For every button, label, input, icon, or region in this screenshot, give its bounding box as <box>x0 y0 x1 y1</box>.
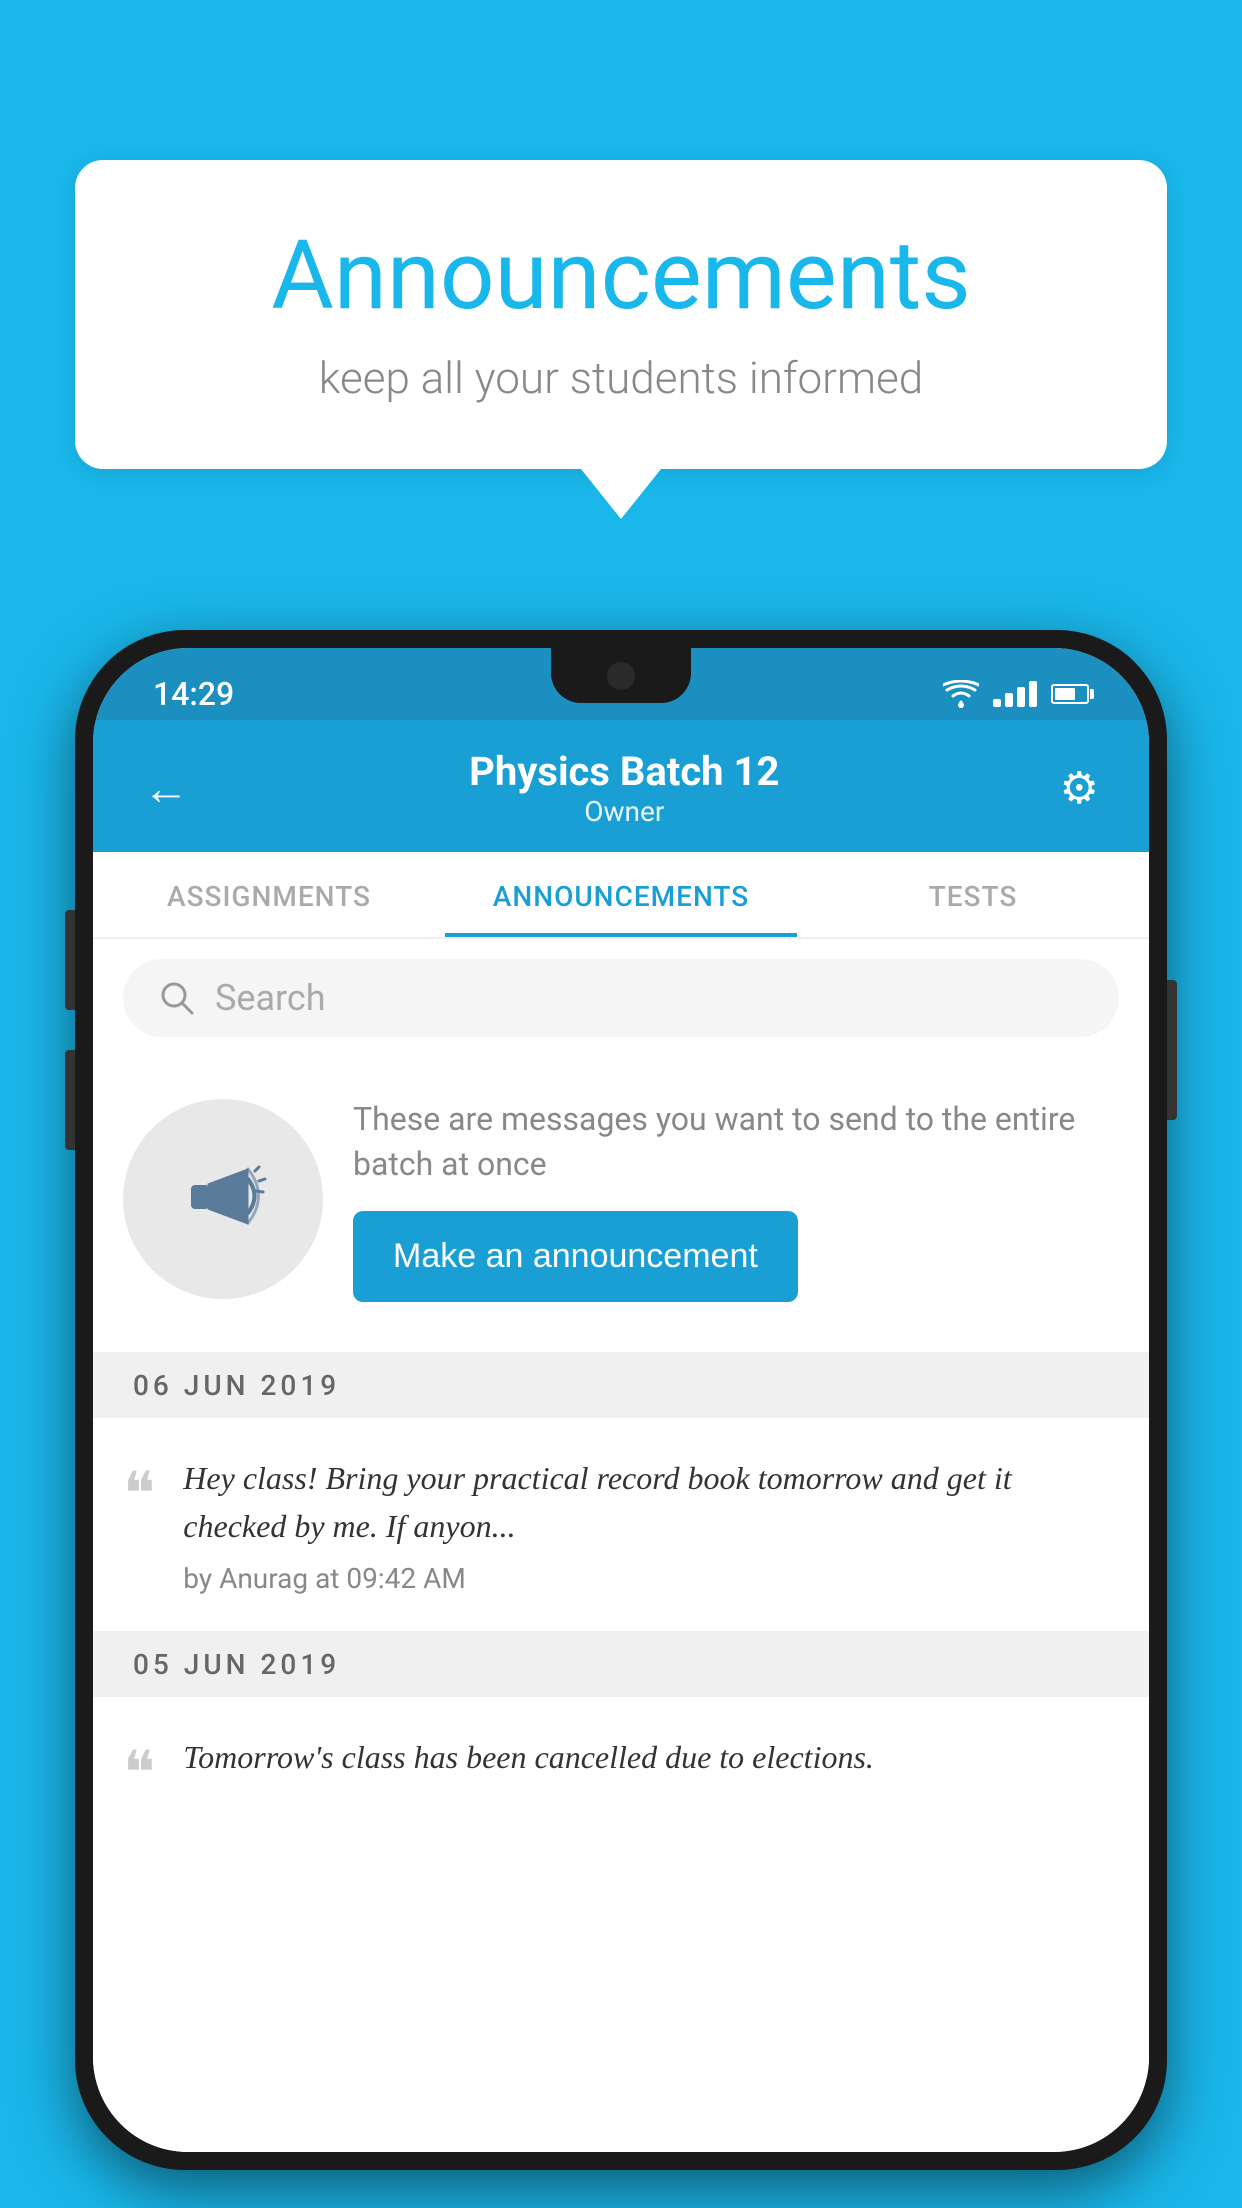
announcement-item-1: ❝ Hey class! Bring your practical record… <box>93 1418 1149 1632</box>
announcement-text-group-2: Tomorrow's class has been cancelled due … <box>183 1733 1119 1803</box>
batch-subtitle: Owner <box>469 795 779 828</box>
announcement-promo: These are messages you want to send to t… <box>93 1057 1149 1353</box>
back-button[interactable]: ← <box>143 761 189 816</box>
settings-button[interactable]: ⚙ <box>1060 762 1099 814</box>
announcement-text-2: Tomorrow's class has been cancelled due … <box>183 1733 1119 1781</box>
header-title-group: Physics Batch 12 Owner <box>469 748 779 828</box>
bubble-subtitle: keep all your students informed <box>155 352 1087 404</box>
date-divider-1: 06 JUN 2019 <box>93 1353 1149 1418</box>
megaphone-icon <box>173 1149 273 1249</box>
status-time: 14:29 <box>153 675 234 713</box>
announcement-item-2: ❝ Tomorrow's class has been cancelled du… <box>93 1697 1149 1839</box>
promo-description: These are messages you want to send to t… <box>353 1097 1119 1187</box>
phone-btn-volume-down <box>65 1050 75 1150</box>
phone-container: 14:29 <box>75 630 1167 2208</box>
phone-screen: 14:29 <box>93 648 1149 2152</box>
announcement-text-1: Hey class! Bring your practical record b… <box>183 1454 1119 1550</box>
tab-announcements[interactable]: ANNOUNCEMENTS <box>445 852 797 937</box>
announcement-text-group-1: Hey class! Bring your practical record b… <box>183 1454 1119 1595</box>
batch-title: Physics Batch 12 <box>469 748 779 795</box>
search-placeholder: Search <box>215 977 326 1019</box>
bubble-title: Announcements <box>155 220 1087 332</box>
search-input-wrap[interactable]: Search <box>123 959 1119 1037</box>
speech-bubble: Announcements keep all your students inf… <box>75 160 1167 469</box>
quote-icon-1: ❝ <box>123 1454 155 1595</box>
signal-bars-icon <box>993 681 1037 707</box>
quote-icon-2: ❝ <box>123 1733 155 1803</box>
app-header: ← Physics Batch 12 Owner ⚙ <box>93 720 1149 852</box>
phone-notch <box>551 648 691 703</box>
phone-btn-power <box>1167 980 1177 1120</box>
phone-camera <box>607 662 635 690</box>
search-bar-container: Search <box>93 939 1149 1057</box>
tab-bar: ASSIGNMENTS ANNOUNCEMENTS TESTS <box>93 852 1149 939</box>
speech-bubble-tail <box>581 469 661 519</box>
speech-bubble-section: Announcements keep all your students inf… <box>75 160 1167 519</box>
tab-tests[interactable]: TESTS <box>797 852 1149 937</box>
tab-assignments[interactable]: ASSIGNMENTS <box>93 852 445 937</box>
phone-btn-volume-up <box>65 910 75 1010</box>
search-icon <box>159 980 195 1016</box>
make-announcement-button[interactable]: Make an announcement <box>353 1211 798 1302</box>
promo-content: These are messages you want to send to t… <box>353 1097 1119 1302</box>
date-divider-2: 05 JUN 2019 <box>93 1632 1149 1697</box>
battery-icon <box>1051 684 1089 704</box>
content-area: Search <box>93 939 1149 2152</box>
phone-mockup: 14:29 <box>75 630 1167 2170</box>
promo-icon-circle <box>123 1099 323 1299</box>
status-icons <box>943 680 1089 708</box>
wifi-icon <box>943 680 979 708</box>
announcement-meta-1: by Anurag at 09:42 AM <box>183 1562 1119 1595</box>
